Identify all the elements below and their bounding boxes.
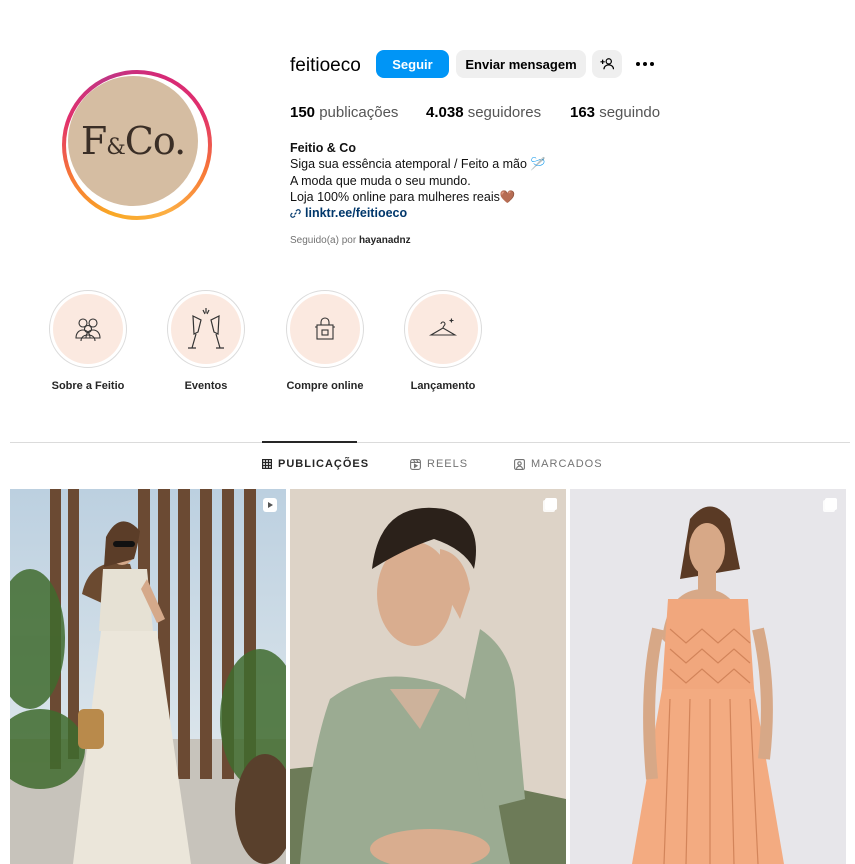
tabs-divider: [10, 442, 850, 443]
profile-avatar-ring[interactable]: F&Co.: [62, 70, 212, 220]
reel-badge-icon: [263, 498, 277, 512]
post-thumbnail[interactable]: [570, 489, 846, 864]
highlight-sobre-a-feitio[interactable]: Sobre a Feitio: [43, 290, 133, 392]
bio-link[interactable]: linktr.ee/feitioeco: [290, 205, 546, 221]
more-options-icon: [636, 62, 654, 66]
follow-button[interactable]: Seguir: [376, 50, 449, 78]
highlight-cover: [290, 294, 360, 364]
post-image: [570, 489, 846, 864]
post-image: [10, 489, 286, 864]
profile-bio: Feitio & Co Siga sua essência atemporal …: [290, 140, 546, 221]
highlight-cover: [408, 294, 478, 364]
reels-icon: [410, 458, 421, 470]
following-stat[interactable]: 163 seguindo: [570, 104, 660, 121]
carousel-badge-icon: [543, 498, 557, 512]
highlight-ring: [167, 290, 245, 368]
tagged-icon: [514, 458, 525, 470]
hanger-icon: [428, 318, 458, 336]
avatar-logo: F&Co.: [80, 119, 186, 163]
followed-by-text[interactable]: Seguido(a) por hayanadnz: [290, 235, 411, 246]
highlight-cover: [53, 294, 123, 364]
highlight-compre-online[interactable]: Compre online: [280, 290, 370, 392]
people-icon: [75, 318, 101, 342]
profile-display-name: Feitio & Co: [290, 141, 356, 155]
highlight-ring: [404, 290, 482, 368]
more-options-button[interactable]: [632, 52, 658, 76]
post-image: [290, 489, 566, 864]
highlight-eventos[interactable]: Eventos: [161, 290, 251, 392]
highlight-cover: [171, 294, 241, 364]
grid-icon: [262, 459, 272, 469]
highlight-label: Eventos: [184, 380, 228, 392]
add-person-icon: [600, 58, 614, 70]
posts-stat: 150 publicações: [290, 104, 399, 121]
carousel-badge-icon: [823, 498, 837, 512]
profile-avatar[interactable]: F&Co.: [68, 76, 198, 206]
bio-line: Loja 100% online para mulheres reais🤎: [290, 189, 516, 204]
profile-username: feitioeco: [290, 55, 361, 76]
highlight-label: Compre online: [286, 380, 364, 392]
send-message-button[interactable]: Enviar mensagem: [456, 50, 586, 78]
highlight-lancamento[interactable]: Lançamento: [398, 290, 488, 392]
highlight-label: Lançamento: [410, 380, 476, 392]
post-thumbnail[interactable]: [10, 489, 286, 864]
tab-reels[interactable]: REELS: [410, 458, 468, 470]
tab-publicacoes[interactable]: PUBLICAÇÕES: [262, 458, 369, 470]
followers-stat[interactable]: 4.038 seguidores: [426, 104, 570, 121]
highlight-ring: [49, 290, 127, 368]
active-tab-indicator: [262, 441, 357, 443]
shopping-bag-icon: [315, 317, 335, 340]
tab-marcados[interactable]: MARCADOS: [514, 458, 603, 470]
highlight-label: Sobre a Feitio: [51, 380, 125, 392]
suggested-users-button[interactable]: [592, 50, 622, 78]
post-thumbnail[interactable]: [290, 489, 566, 864]
highlight-ring: [286, 290, 364, 368]
link-icon: [290, 209, 301, 218]
bio-line: A moda que muda o seu mundo.: [290, 173, 471, 188]
bio-line: Siga sua essência atemporal / Feito a mã…: [290, 157, 546, 172]
profile-stats: 150 publicações 4.038 seguidores 163 seg…: [290, 104, 660, 121]
champagne-icon: [188, 308, 224, 349]
